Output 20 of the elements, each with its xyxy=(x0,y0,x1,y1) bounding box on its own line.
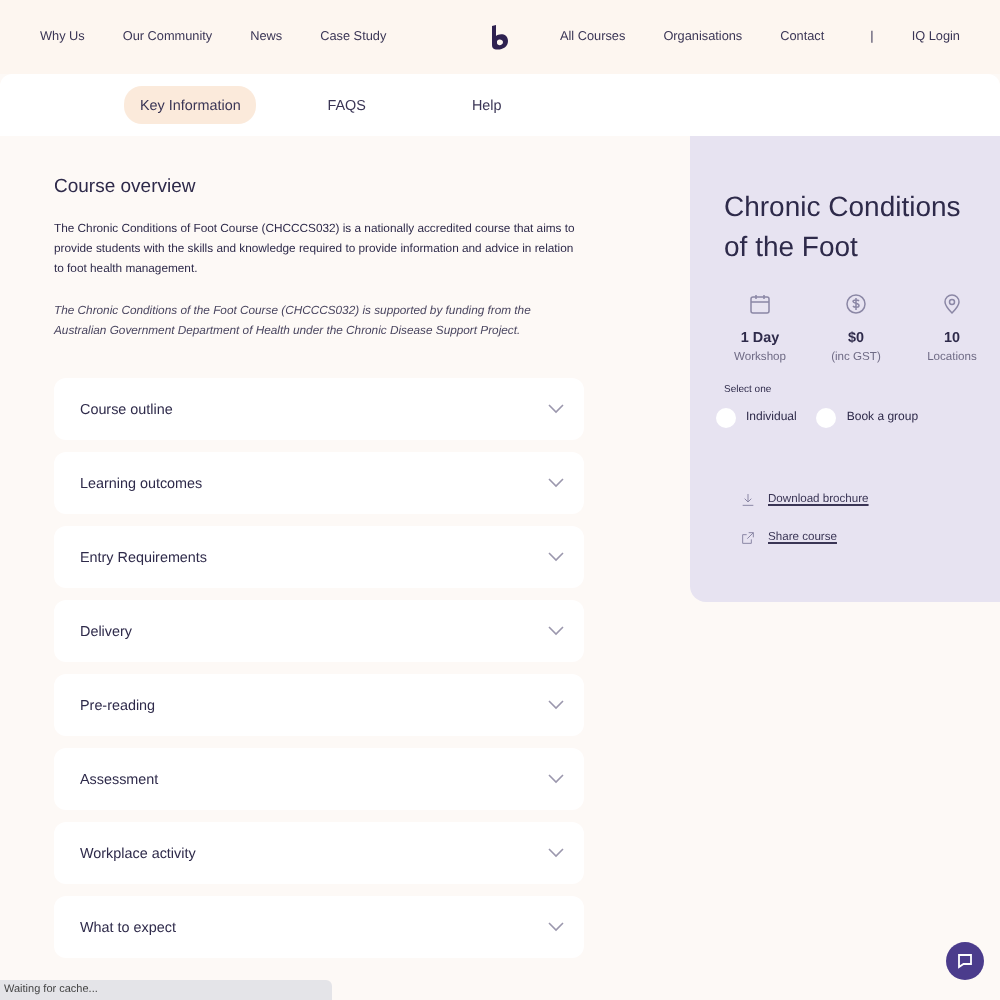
chevron-icon xyxy=(548,847,564,858)
chevron-icon xyxy=(548,921,564,932)
logo-icon[interactable] xyxy=(490,23,510,51)
chevron-icon xyxy=(548,699,564,710)
chevron-icon xyxy=(548,403,564,414)
dollar-icon xyxy=(844,292,868,316)
chat-button[interactable] xyxy=(946,942,984,980)
calendar-icon xyxy=(748,292,772,316)
section-heading: Course overview xyxy=(54,176,198,198)
download-icon xyxy=(740,492,756,508)
location-pin-icon xyxy=(940,292,964,316)
course-title: Chronic Conditions of the Foot xyxy=(724,188,963,266)
chevron-icon xyxy=(548,773,564,784)
chat-icon xyxy=(956,952,974,970)
share-icon xyxy=(740,530,756,546)
radio-button[interactable] xyxy=(816,408,837,428)
chevron-icon xyxy=(548,477,564,488)
radio-button[interactable] xyxy=(716,408,736,428)
chevron-icon xyxy=(548,625,564,636)
chevron-icon xyxy=(548,551,564,562)
